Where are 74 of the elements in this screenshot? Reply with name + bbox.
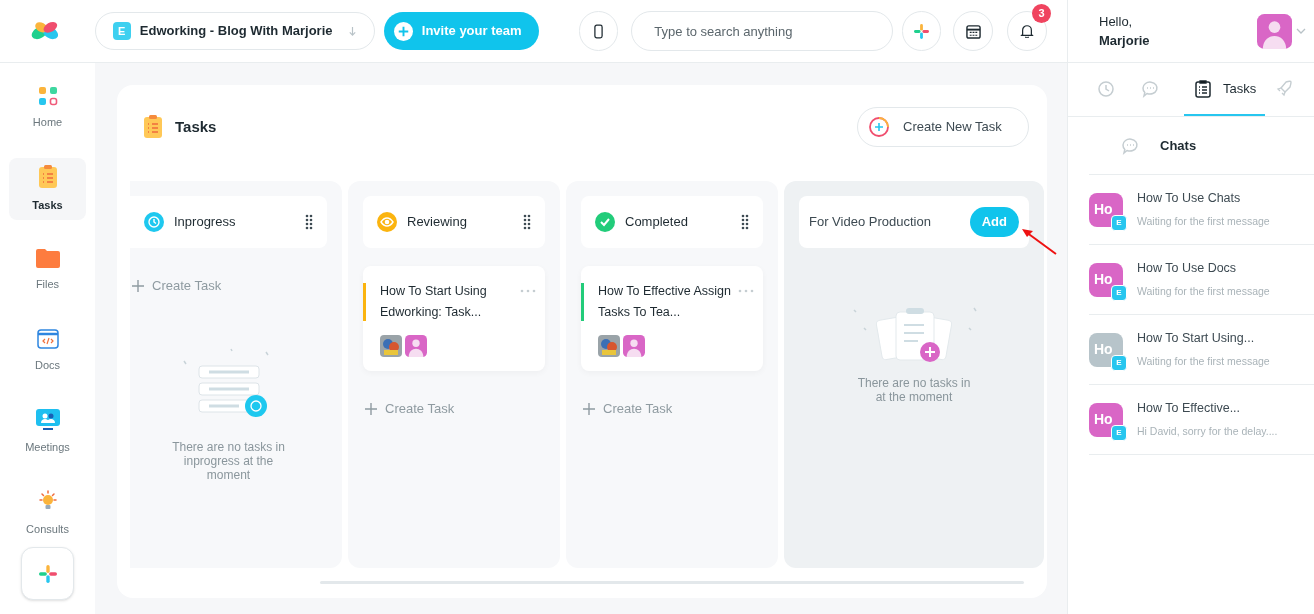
empty-message: There are no tasks in inprogress at the moment: [171, 439, 286, 482]
history-icon: [1096, 78, 1116, 99]
plus-icon: [393, 21, 413, 41]
avatar-icon: [623, 335, 645, 357]
logo-icon: [30, 20, 60, 42]
chat-item[interactable]: Ho E How To Use Docs Waiting for the first message: [1089, 245, 1314, 315]
drag-handle-icon[interactable]: [305, 214, 313, 230]
notification-count: 3: [1032, 4, 1052, 23]
folder-icon: [35, 247, 60, 268]
search-field[interactable]: Type to search anything: [631, 11, 893, 51]
greeting: Hello,: [1099, 12, 1134, 31]
chat-preview: Hi David, sorry for the delay....: [1137, 424, 1278, 439]
chat-icon: [1120, 135, 1140, 156]
plus-icon: [583, 402, 595, 415]
panel-tab[interactable]: Tasks: [1184, 63, 1266, 116]
add-app-button[interactable]: [21, 547, 74, 600]
chat-item[interactable]: Ho E How To Start Using... Waiting for the first message: [1089, 315, 1314, 385]
chevron-down-icon[interactable]: [1296, 28, 1306, 34]
chat-preview: Waiting for the first message: [1137, 284, 1270, 299]
sidebar-item[interactable]: Home: [9, 77, 86, 139]
plus-icon: [132, 279, 144, 292]
task-title: How To Effective Assign Tasks To Tea...: [598, 283, 732, 321]
calendar-icon: [965, 23, 981, 39]
workspace-badge: E: [1111, 354, 1127, 371]
column-title: Reviewing: [407, 213, 467, 232]
grid-icon: [37, 85, 58, 106]
chat-title: How To Use Docs: [1137, 260, 1238, 278]
plus-icon: [869, 117, 889, 137]
chat-title: How To Use Chats: [1137, 190, 1242, 208]
workspace-name: Edworking - Blog With Marjorie: [139, 22, 334, 41]
sidebar-item[interactable]: Tasks: [9, 158, 86, 220]
bell-icon: [1020, 24, 1035, 38]
chat-item[interactable]: Ho E How To Use Chats Waiting for the first message: [1089, 175, 1314, 245]
task-card[interactable]: How To Start Using Edworking: Task...: [363, 266, 545, 371]
avatar-icon: [405, 335, 427, 357]
workspace-badge: E: [1111, 214, 1127, 231]
clipboard-icon: [1193, 78, 1213, 99]
more-icon[interactable]: [738, 289, 754, 293]
sidebar-item[interactable]: Consults: [9, 482, 86, 544]
column-title: Inprogress: [174, 213, 236, 232]
task-card[interactable]: How To Effective Assign Tasks To Tea...: [581, 266, 763, 371]
phone-icon: [594, 23, 603, 39]
more-icon[interactable]: [520, 289, 536, 293]
workspace-badge: E: [1111, 284, 1127, 301]
task-title: How To Start Using Edworking: Task...: [380, 283, 488, 321]
column-title: Completed: [625, 213, 688, 232]
board-title: Tasks: [175, 116, 217, 137]
workspace-badge: E: [1111, 424, 1127, 441]
column-title: For Video Production: [809, 213, 931, 232]
user-name: Marjorie: [1099, 32, 1151, 50]
chat-title: How To Effective...: [1137, 400, 1242, 418]
rocket-icon: [1274, 78, 1295, 99]
plus-icon: [365, 402, 377, 415]
chat-item[interactable]: Ho E How To Effective... Hi David, sorry for the delay....: [1089, 385, 1314, 455]
colored-plus-icon: [38, 564, 57, 583]
sidebar-item[interactable]: Files: [9, 239, 86, 301]
code-window-icon: [36, 328, 59, 349]
section-title: Chats: [1160, 136, 1197, 155]
chat-preview: Waiting for the first message: [1137, 354, 1270, 369]
empty-message: There are no tasks in at the moment: [856, 376, 972, 404]
arrow-down-icon: [347, 25, 357, 37]
drag-handle-icon[interactable]: [741, 214, 749, 230]
sidebar-item[interactable]: Docs: [9, 320, 86, 382]
clipboard-icon: [143, 115, 163, 139]
user-avatar-icon: [1257, 13, 1292, 49]
clipboard-icon: [37, 164, 58, 189]
chat-icon: [1140, 78, 1160, 99]
chat-preview: Waiting for the first message: [1137, 214, 1270, 229]
sidebar-item[interactable]: Meetings: [9, 401, 86, 463]
drag-handle-icon[interactable]: [523, 214, 531, 230]
screen-people-icon: [35, 408, 60, 431]
colored-plus-icon: [913, 23, 929, 39]
chat-title: How To Start Using...: [1137, 330, 1256, 348]
workspace-badge: E: [112, 22, 131, 40]
